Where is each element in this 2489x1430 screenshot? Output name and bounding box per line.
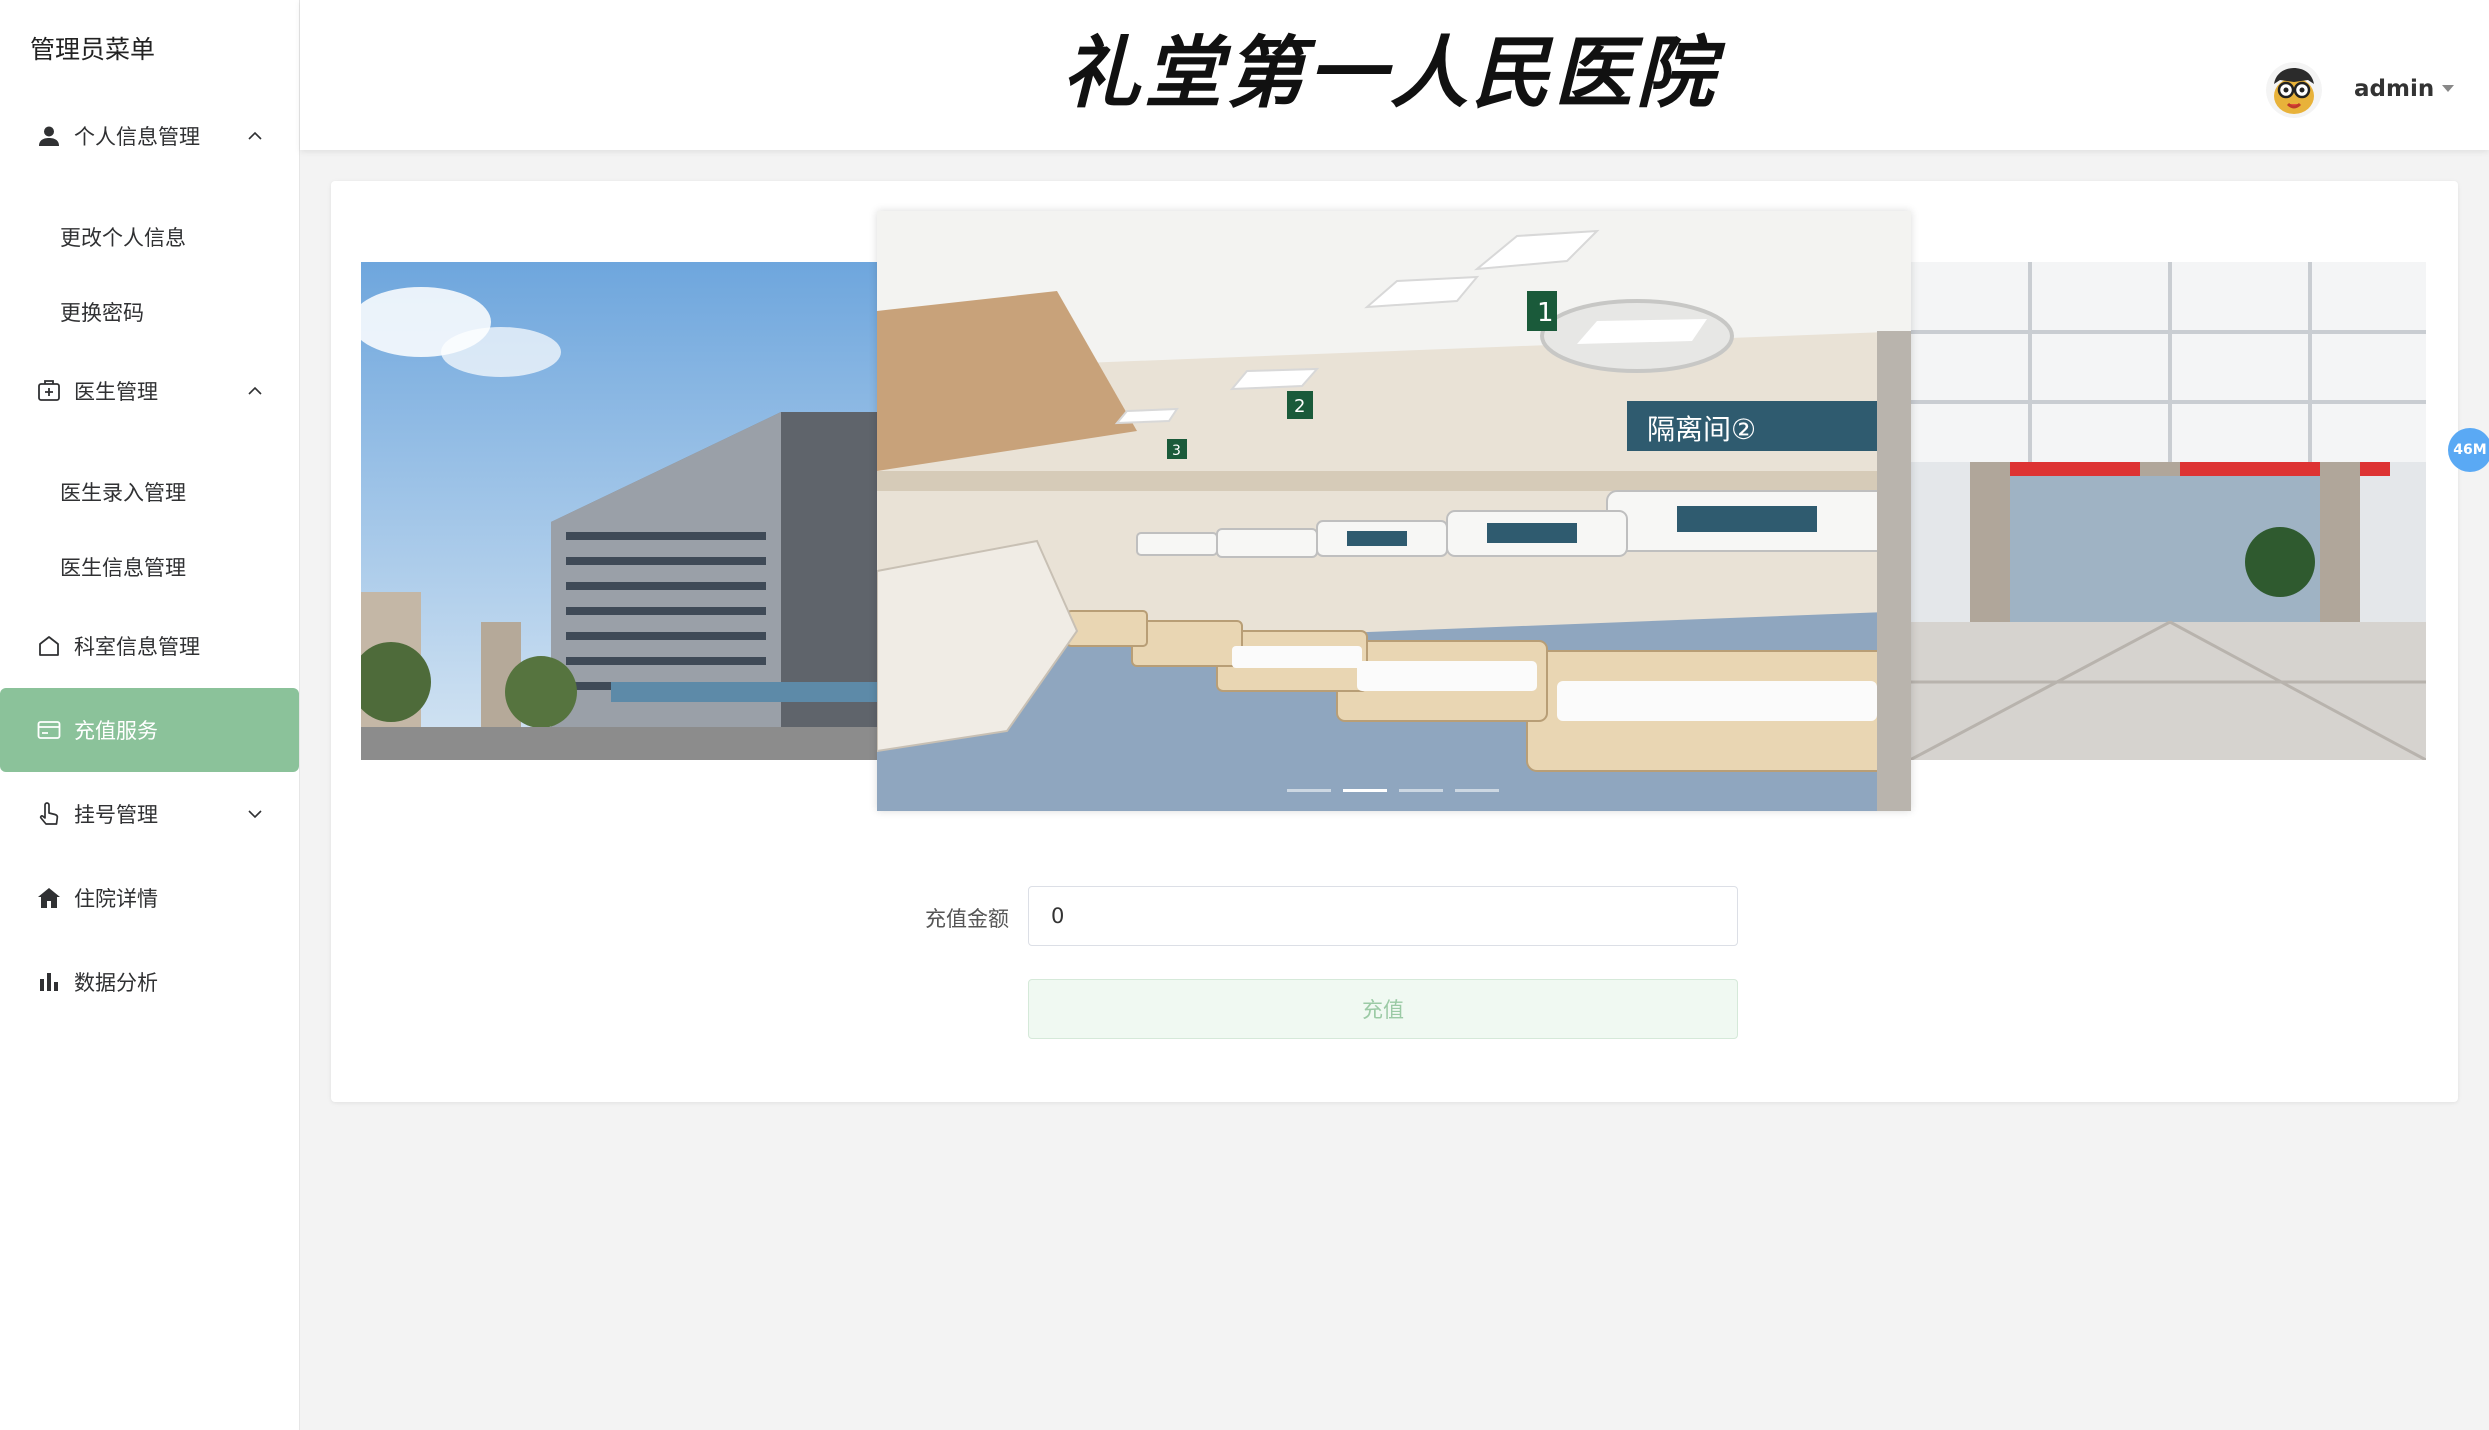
menu-label: 挂号管理 [74, 803, 158, 827]
hospital-logo: 礼堂第一人民医院 [1040, 22, 1740, 122]
menu-title: 管理员菜单 [30, 35, 156, 64]
carousel-indicator-active[interactable] [1343, 789, 1387, 792]
hospital-building-image[interactable] [361, 262, 877, 760]
logo-text: 礼堂第一人民医院 [1062, 28, 1726, 119]
hospital-lobby-image[interactable] [1910, 262, 2426, 760]
submenu-label: 医生信息管理 [60, 556, 186, 580]
carousel-indicators [1287, 789, 1499, 792]
bar-chart-icon [36, 969, 62, 995]
top-header: 礼堂第一人民医院 admin [300, 0, 2489, 150]
svg-text:3: 3 [1172, 443, 1181, 459]
carousel-indicator[interactable] [1287, 789, 1331, 792]
home-filled-icon [36, 885, 62, 911]
medical-kit-icon [36, 378, 62, 404]
submenu-doctor-info[interactable]: 医生信息管理 [0, 535, 298, 599]
menu-data-analysis[interactable]: 数据分析 [0, 940, 298, 1024]
submenu-label: 更改个人信息 [60, 226, 186, 250]
menu-department-info[interactable]: 科室信息管理 [0, 604, 298, 688]
submenu-change-password[interactable]: 更换密码 [0, 280, 298, 344]
chevron-down-icon [244, 803, 266, 825]
amount-label: 充值金额 [925, 907, 1009, 931]
hospital-ward-image[interactable]: 1 2 3 隔离间② [877, 211, 1911, 811]
ward-sign: 隔离间② [1647, 413, 1756, 446]
menu-label: 医生管理 [74, 380, 158, 404]
menu-hospitalization-details[interactable]: 住院详情 [0, 856, 298, 940]
hand-pointer-icon [36, 801, 62, 827]
submenu-doctor-entry[interactable]: 医生录入管理 [0, 460, 298, 524]
submenu-label: 医生录入管理 [60, 481, 186, 505]
house-outline-icon [36, 633, 62, 659]
menu-label: 科室信息管理 [74, 635, 200, 659]
menu-label: 住院详情 [74, 887, 158, 911]
recharge-button[interactable]: 充值 [1028, 979, 1738, 1039]
submenu-edit-profile[interactable]: 更改个人信息 [0, 205, 298, 269]
menu-label: 充值服务 [74, 719, 158, 743]
amount-input[interactable]: 0 [1028, 886, 1738, 946]
user-icon [36, 123, 62, 149]
menu-label: 数据分析 [74, 971, 158, 995]
svg-text:1: 1 [1537, 298, 1554, 328]
svg-text:2: 2 [1294, 396, 1305, 417]
username[interactable]: admin [2354, 76, 2434, 102]
submenu-label: 更换密码 [60, 301, 144, 325]
sidebar: 管理员菜单 个人信息管理 更改个人信息 更换密码 医生管理 医生录入管理 医生信… [0, 0, 300, 1430]
menu-registration-management[interactable]: 挂号管理 [0, 772, 298, 856]
caret-down-icon[interactable] [2438, 78, 2458, 98]
carousel-indicator[interactable] [1399, 789, 1443, 792]
chevron-up-icon [244, 380, 266, 402]
memory-badge[interactable]: 46M [2448, 428, 2489, 472]
avatar[interactable] [2266, 62, 2322, 118]
menu-personal-info[interactable]: 个人信息管理 [0, 94, 298, 178]
menu-doctor-management[interactable]: 医生管理 [0, 349, 298, 433]
menu-label: 个人信息管理 [74, 125, 200, 149]
credit-card-icon [36, 717, 62, 743]
chevron-up-icon [244, 125, 266, 147]
menu-recharge-service[interactable]: 充值服务 [0, 688, 299, 772]
carousel-indicator[interactable] [1455, 789, 1499, 792]
